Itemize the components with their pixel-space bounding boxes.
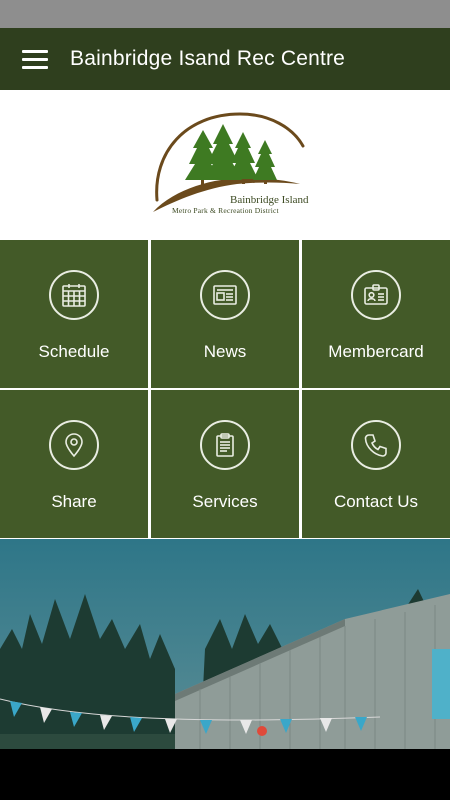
map-pin-icon	[49, 420, 99, 470]
tile-label: Share	[51, 492, 97, 511]
calendar-icon	[49, 270, 99, 320]
status-bar	[0, 0, 450, 28]
menu-grid: Schedule News Membercard Share Services …	[0, 239, 450, 539]
tile-label: Membercard	[328, 342, 424, 361]
phone-icon	[351, 420, 401, 470]
tile-share[interactable]: Share	[0, 390, 148, 538]
app-bar: Bainbridge Isand Rec Centre	[0, 28, 450, 90]
rec-centre-photo	[0, 539, 450, 749]
tile-services[interactable]: Services	[151, 390, 299, 538]
logo-text-secondary: Metro Park & Recreation District	[172, 206, 279, 215]
tile-membercard[interactable]: Membercard	[302, 240, 450, 388]
system-nav-bar	[0, 749, 450, 800]
app-title: Bainbridge Isand Rec Centre	[70, 47, 346, 70]
tile-schedule[interactable]: Schedule	[0, 240, 148, 388]
id-card-icon	[351, 270, 401, 320]
tile-label: Services	[192, 492, 258, 511]
tile-label: Contact Us	[333, 492, 419, 511]
logo-text-primary: Bainbridge Island	[230, 194, 309, 206]
hamburger-menu-icon[interactable]	[0, 28, 70, 90]
newspaper-icon	[200, 270, 250, 320]
tile-contact-us[interactable]: Contact Us	[302, 390, 450, 538]
logo-area: Bainbridge Island Metro Park & Recreatio…	[0, 90, 450, 239]
tile-label: News	[203, 342, 247, 361]
tile-news[interactable]: News	[151, 240, 299, 388]
tile-label: Schedule	[38, 342, 110, 361]
clipboard-icon	[200, 420, 250, 470]
